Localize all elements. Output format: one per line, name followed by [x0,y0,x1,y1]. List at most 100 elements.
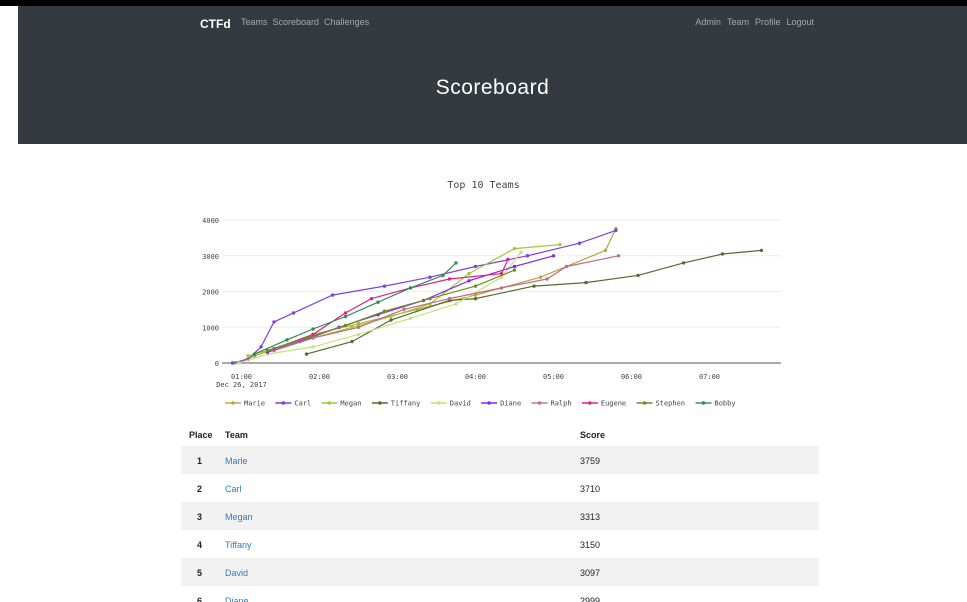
header-score: Score [580,430,606,440]
x-tick-label: 02:00 [309,373,330,381]
x-tick-label: 01:00 [231,373,252,381]
y-tick-label: 2000 [202,289,219,297]
data-point [614,228,618,233]
data-point [350,339,354,344]
legend-label: Megan [340,400,361,408]
row-team-link[interactable]: Tiffany [225,540,252,550]
data-point [369,296,374,301]
x-tick-label: 05:00 [543,373,564,381]
data-point [616,254,621,258]
x-tick-date-label: Dec 26, 2017 [216,381,267,389]
row-team-link[interactable]: Diane [225,596,249,602]
row-score: 3759 [580,456,601,466]
data-point [304,336,309,340]
data-point [512,246,517,251]
data-point [584,280,588,285]
legend-label: Eugene [601,400,626,408]
data-point [311,327,315,331]
data-point [506,257,510,262]
data-point [343,323,348,328]
data-point [577,241,582,245]
data-point [356,325,361,329]
row-score: 3710 [580,484,601,494]
scoreboard-table: Place Team Score 1 Marie 3759 2 Carl 3710 3 Meg… [181,422,819,602]
row-score: 3150 [580,540,601,550]
legend-swatch-dot [378,401,382,405]
legend-swatch-dot [327,401,332,405]
data-point [447,296,452,301]
data-point [285,338,289,342]
table-row: 3 Megan 3313 [181,502,819,530]
data-point [538,275,543,279]
row-place: 1 [197,456,203,466]
data-point [603,248,608,253]
legend-swatch-dot [487,401,491,405]
data-point [272,320,276,324]
data-point [246,354,250,358]
legend-label: Ralph [551,400,572,408]
data-point [499,286,504,290]
data-point [720,252,725,256]
data-point [428,275,432,279]
legend-label: David [450,400,471,408]
data-point [389,318,393,322]
legend-label: Carl [294,400,311,408]
row-team-link[interactable]: David [225,568,248,578]
data-point [356,332,361,337]
data-point [454,261,458,265]
data-point [467,279,471,283]
series-line-tiffany [306,249,762,355]
data-point [447,277,452,281]
page: CTFd Teams Scoreboard Challenges Admin T… [0,6,967,602]
legend-label: Stephen [656,400,686,408]
table-row: 5 David 3097 [181,558,819,586]
header-team: Team [225,430,248,440]
series-line-ralph [273,255,619,352]
table-row: 6 Diane 2999 [181,586,819,602]
data-point [259,345,263,349]
legend-swatch-dot [701,401,706,405]
data-point [428,296,432,301]
x-tick-label: 07:00 [699,373,720,381]
x-tick-label: 03:00 [387,373,408,381]
table-row: 2 Carl 3710 [181,474,819,502]
row-team-link[interactable]: Carl [225,484,242,494]
y-tick-label: 4000 [202,217,219,225]
data-point [237,361,241,365]
legend-swatch-dot [537,401,542,405]
data-point [525,254,530,258]
data-point [558,242,562,247]
row-place: 3 [197,512,203,522]
data-point [252,352,257,356]
data-point [304,352,309,356]
series-line-eugene [273,259,509,350]
data-point [311,345,315,349]
data-point [512,264,517,269]
data-point [402,307,406,312]
data-point [376,300,380,304]
data-point [512,268,517,272]
data-point [551,254,556,258]
table-row: 1 Marie 3759 [181,446,819,474]
row-score: 3313 [580,512,601,522]
legend-swatch-dot [281,401,286,405]
scoreboard-chart: 0 1000 2000 3000 4000 01:00Dec 26, 2017 02:00 0… [202,217,781,408]
data-point [473,296,478,301]
data-point [330,293,335,297]
x-tick-label: 06:00 [621,373,642,381]
row-score: 2999 [580,596,601,602]
row-team-link[interactable]: Marie [225,456,248,466]
data-point [291,311,296,315]
data-point [230,361,235,365]
table-row: 4 Tiffany 3150 [181,530,819,558]
data-point [382,309,387,313]
data-point [441,273,445,278]
legend-swatch-dot [642,401,647,405]
legend-label: Diane [500,400,521,408]
data-point [759,248,764,253]
legend-label: Tiffany [391,400,421,408]
header-place: Place [189,430,213,440]
legend-swatch-dot [231,401,235,405]
data-point [454,302,458,306]
row-team-link[interactable]: Megan [225,512,253,522]
